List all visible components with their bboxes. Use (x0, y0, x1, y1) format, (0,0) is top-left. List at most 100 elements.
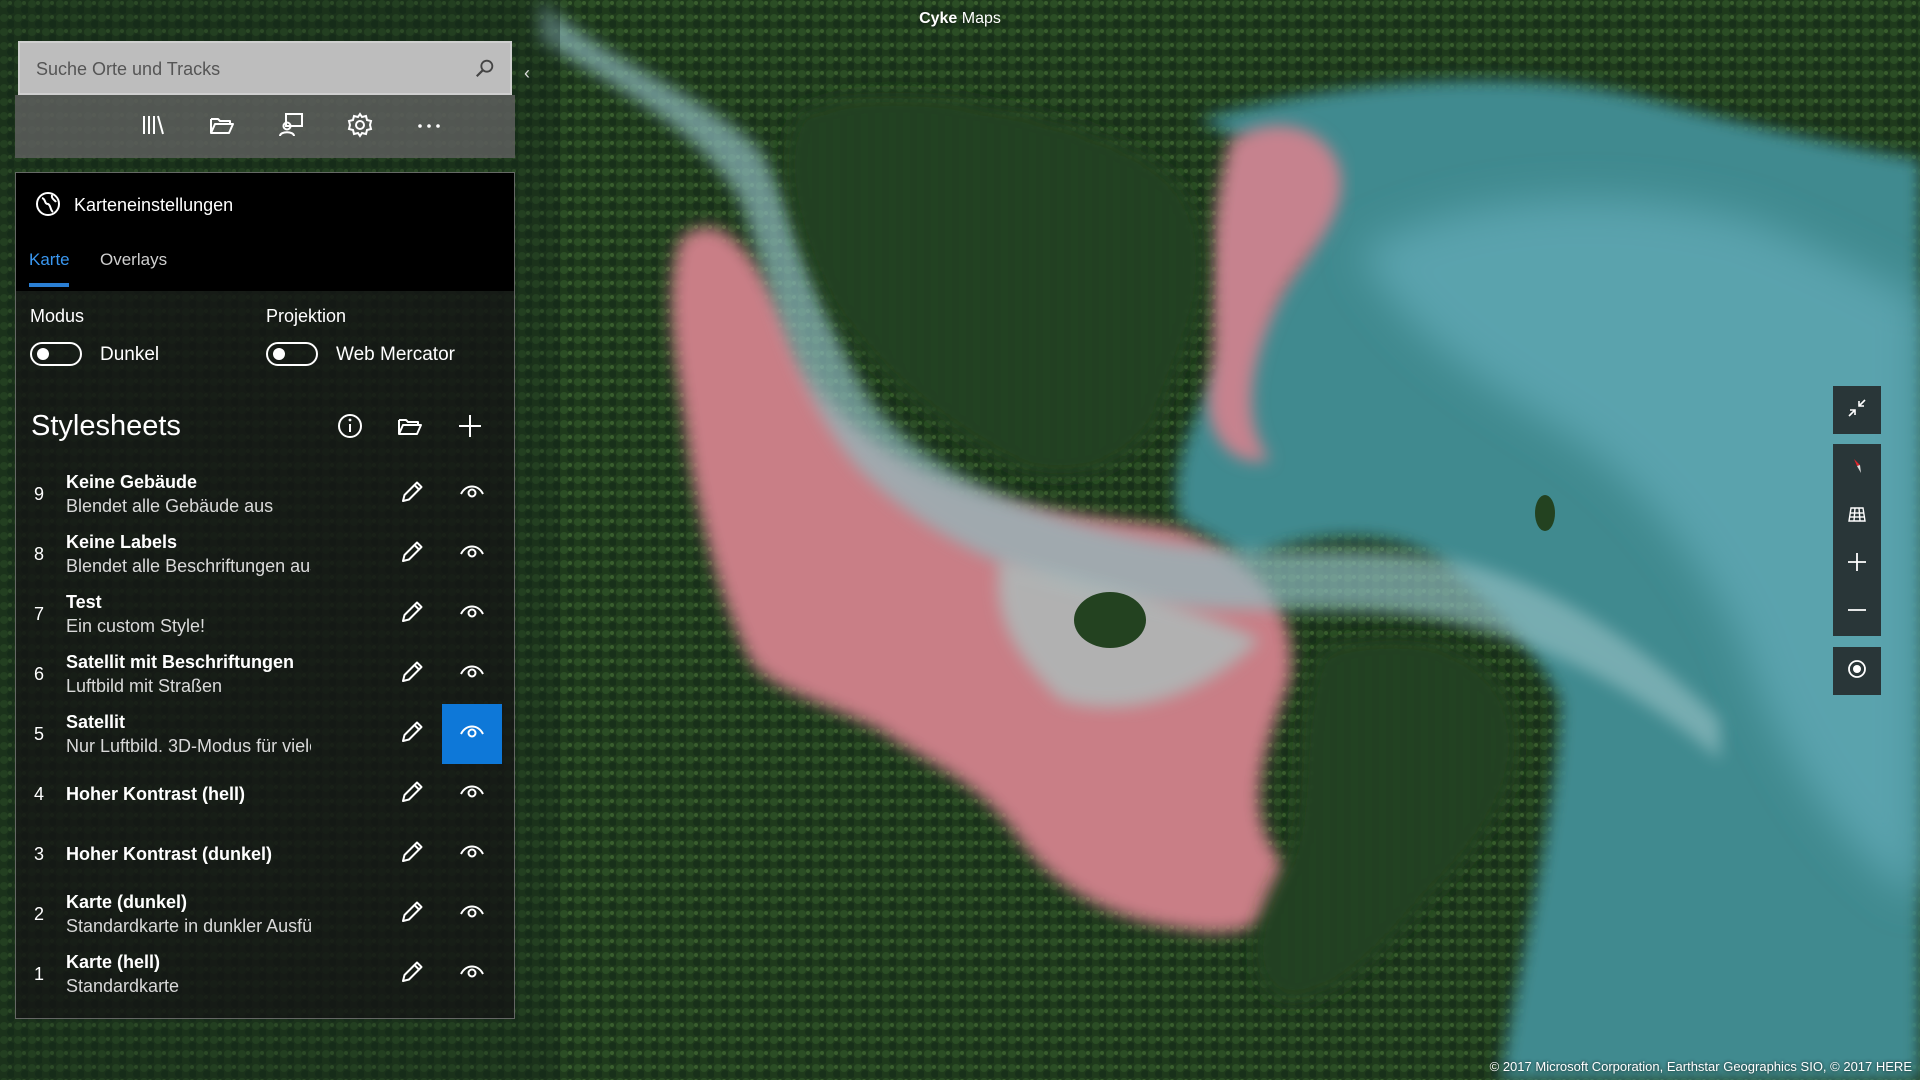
stylesheet-row[interactable]: 1 Karte (hell) Standardkarte (16, 944, 514, 1004)
stylesheet-description: Standardkarte in dunkler Ausführung (66, 915, 311, 936)
stylesheet-number: 4 (33, 783, 44, 804)
dunkel-toggle-label: Dunkel (100, 344, 160, 365)
edit-stylesheet-button[interactable] (382, 824, 442, 884)
stylesheet-description: Luftbild mit Straßen (66, 675, 223, 696)
toggle-visibility-button[interactable] (442, 464, 502, 524)
toggle-visibility-button[interactable] (442, 644, 502, 704)
stylesheet-row[interactable]: 5 Satellit Nur Luftbild. 3D-Modus für vi… (16, 704, 514, 764)
toggle-visibility-button[interactable] (442, 884, 502, 944)
stylesheet-text: Keine Labels Blendet alle Beschriftungen… (66, 524, 311, 584)
stylesheet-text: Karte (hell) Standardkarte (66, 944, 311, 1004)
edit-stylesheet-button[interactable] (382, 464, 442, 524)
edit-stylesheet-button[interactable] (382, 524, 442, 584)
search-input[interactable] (34, 43, 458, 95)
pencil-icon (398, 958, 426, 991)
stylesheet-number: 3 (33, 843, 44, 864)
settings-title: Karteneinstellungen (74, 195, 234, 215)
stylesheet-row[interactable]: 8 Keine Labels Blendet alle Beschriftung… (16, 524, 514, 584)
toggle-visibility-button[interactable] (442, 584, 502, 644)
toggle-visibility-button[interactable] (442, 824, 502, 884)
tab-overlays[interactable]: Overlays (100, 250, 167, 270)
eye-icon (458, 658, 486, 691)
stylesheet-row[interactable]: 9 Keine Gebäude Blendet alle Gebäude aus (16, 464, 514, 524)
collapse-arrows-button[interactable] (1833, 386, 1881, 434)
stylesheet-name: Keine Gebäude (66, 471, 198, 492)
chevron-left-icon: ‹ (524, 62, 530, 83)
library-button[interactable] (129, 103, 177, 151)
dunkel-toggle[interactable] (30, 342, 82, 366)
edit-stylesheet-button[interactable] (382, 644, 442, 704)
search-box[interactable] (18, 41, 512, 95)
stylesheet-row[interactable]: 3 Hoher Kontrast (dunkel) (16, 824, 514, 884)
open-folder-button[interactable] (198, 103, 246, 151)
app-title-rest: Maps (957, 10, 1001, 27)
toggle-visibility-button[interactable] (442, 524, 502, 584)
globe-icon (34, 190, 62, 218)
eye-icon (458, 778, 486, 811)
search-icon[interactable] (474, 57, 496, 79)
stylesheet-name: Keine Labels (66, 531, 178, 552)
collapse-panel-button[interactable]: ‹ (515, 59, 539, 87)
stylesheet-row[interactable]: 2 Karte (dunkel) Standardkarte in dunkle… (16, 884, 514, 944)
modus-label: Modus (30, 306, 85, 326)
stylesheet-row[interactable]: 4 Hoher Kontrast (hell) (16, 764, 514, 824)
edit-stylesheet-button[interactable] (382, 704, 442, 764)
map-control-group-middle (1833, 444, 1881, 636)
stylesheet-info-button[interactable] (330, 408, 370, 448)
pencil-icon (398, 778, 426, 811)
zoom-out-icon (1846, 599, 1868, 626)
stylesheet-name: Satellit (66, 711, 126, 732)
edit-stylesheet-button[interactable] (382, 944, 442, 1004)
eye-icon (458, 478, 486, 511)
stylesheet-description: Blendet alle Gebäude aus (66, 495, 274, 516)
open-folder-icon (396, 412, 424, 445)
3d-view-button[interactable] (1833, 492, 1881, 540)
collapse-arrows-icon (1846, 397, 1868, 424)
stylesheet-text: Test Ein custom Style! (66, 584, 311, 644)
edit-stylesheet-button[interactable] (382, 584, 442, 644)
user-location-button[interactable] (267, 103, 315, 151)
stylesheet-text: Karte (dunkel) Standardkarte in dunkler … (66, 884, 311, 944)
stylesheet-text: Satellit Nur Luftbild. 3D-Modus für viel… (66, 704, 311, 764)
web-mercator-toggle[interactable] (266, 342, 318, 366)
pencil-icon (398, 538, 426, 571)
zoom-out-button[interactable] (1833, 588, 1881, 636)
edit-stylesheet-button[interactable] (382, 764, 442, 824)
stylesheet-description: Blendet alle Beschriftungen aus (66, 555, 311, 576)
stylesheet-name: Test (66, 591, 102, 612)
more-icon (415, 111, 443, 144)
toggle-visibility-button[interactable] (442, 764, 502, 824)
stylesheet-number: 6 (33, 663, 44, 684)
toggle-knob (37, 348, 49, 360)
map-control-group-bottom (1833, 647, 1881, 695)
eye-icon (458, 898, 486, 931)
stylesheet-row[interactable]: 7 Test Ein custom Style! (16, 584, 514, 644)
stylesheet-text: Hoher Kontrast (hell) (66, 764, 311, 824)
toggle-visibility-button[interactable] (442, 944, 502, 1004)
zoom-in-button[interactable] (1833, 540, 1881, 588)
edit-stylesheet-button[interactable] (382, 884, 442, 944)
web-mercator-toggle-label: Web Mercator (336, 344, 455, 365)
compass-icon (1846, 455, 1868, 482)
projektion-label: Projektion (266, 306, 347, 326)
stylesheet-number: 2 (33, 903, 44, 924)
tab-karte[interactable]: Karte (29, 250, 70, 270)
stylesheet-open-button[interactable] (390, 408, 430, 448)
more-button[interactable] (405, 103, 453, 151)
stylesheet-add-button[interactable] (450, 408, 490, 448)
stylesheet-text: Hoher Kontrast (dunkel) (66, 824, 311, 884)
toggle-visibility-button[interactable] (442, 704, 502, 764)
settings-button[interactable] (336, 103, 384, 151)
gear-icon (346, 111, 374, 144)
app-title: Cyke Maps (0, 10, 1920, 28)
pencil-icon (398, 478, 426, 511)
stylesheet-name: Hoher Kontrast (dunkel) (66, 843, 273, 864)
pencil-icon (398, 898, 426, 931)
stylesheet-row[interactable]: 6 Satellit mit Beschriftungen Luftbild m… (16, 644, 514, 704)
my-location-button[interactable] (1833, 647, 1881, 695)
stylesheet-number: 9 (33, 483, 44, 504)
3d-grid-icon (1846, 503, 1868, 530)
main-toolbar (15, 95, 515, 158)
compass-button[interactable] (1833, 444, 1881, 492)
map-control-group-top (1833, 386, 1881, 434)
